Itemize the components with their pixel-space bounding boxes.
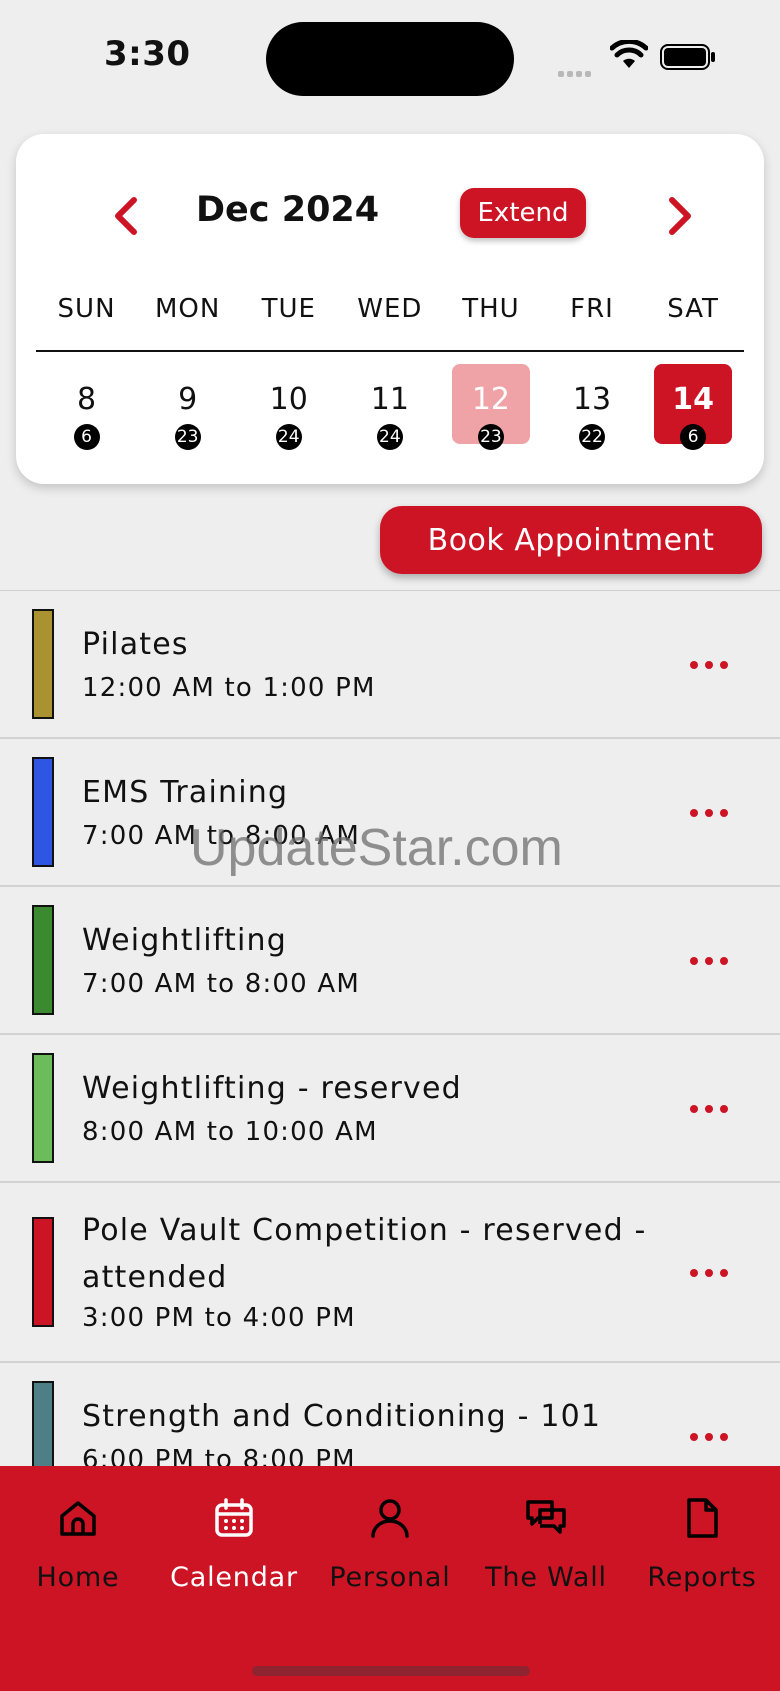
tab-label: Home bbox=[36, 1562, 120, 1593]
day-cell-selected[interactable]: 14 6 bbox=[643, 364, 744, 456]
appointment-color-bar bbox=[32, 1053, 54, 1163]
appointment-count-badge: 22 bbox=[579, 424, 606, 450]
previous-week-button[interactable] bbox=[98, 186, 158, 246]
more-options-icon[interactable] bbox=[690, 957, 728, 967]
tab-home[interactable]: Home bbox=[0, 1466, 156, 1606]
appointment-title: Weightlifting bbox=[82, 923, 287, 958]
tab-label: The Wall bbox=[485, 1562, 607, 1593]
more-options-icon[interactable] bbox=[690, 809, 728, 819]
tab-label: Personal bbox=[329, 1562, 451, 1593]
appointment-title: Pilates bbox=[82, 627, 189, 662]
status-time: 3:30 bbox=[104, 34, 191, 74]
appointment-item[interactable]: Weightlifting - reserved 8:00 AM to 10:0… bbox=[0, 1035, 780, 1183]
day-number: 10 bbox=[269, 382, 308, 417]
weekday-label: THU bbox=[462, 294, 520, 324]
day-cell-today[interactable]: 12 23 bbox=[440, 364, 541, 456]
appointment-time: 8:00 AM to 10:00 AM bbox=[82, 1117, 378, 1147]
day-number: 14 bbox=[672, 382, 714, 417]
day-cell[interactable]: 10 24 bbox=[238, 364, 339, 456]
day-number: 11 bbox=[370, 382, 409, 417]
appointment-item[interactable]: Pole Vault Competition - reserved - atte… bbox=[0, 1183, 780, 1363]
book-appointment-button[interactable]: Book Appointment bbox=[380, 506, 762, 574]
tab-label: Calendar bbox=[170, 1562, 298, 1593]
appointment-title: Strength and Conditioning - 101 bbox=[82, 1399, 602, 1434]
next-week-button[interactable] bbox=[648, 186, 708, 246]
dynamic-island bbox=[266, 22, 514, 96]
calendar-card: Dec 2024 Extend SUN MON TUE WED THU FRI … bbox=[16, 134, 764, 484]
appointment-color-bar bbox=[32, 905, 54, 1015]
weekday-label: SUN bbox=[57, 294, 116, 324]
calendar-icon bbox=[215, 1498, 253, 1537]
weekday-label: FRI bbox=[570, 294, 614, 324]
appointment-color-bar bbox=[32, 757, 54, 867]
day-number: 12 bbox=[471, 382, 511, 417]
bottom-tab-bar: Home Calendar Personal The Wall Reports bbox=[0, 1466, 780, 1691]
appointment-time: 12:00 AM to 1:00 PM bbox=[82, 673, 376, 703]
cellular-signal-icon bbox=[558, 62, 594, 81]
day-number: 9 bbox=[178, 382, 198, 417]
weekday-label: WED bbox=[357, 294, 423, 324]
extend-button[interactable]: Extend bbox=[460, 188, 586, 238]
appointment-count-badge: 23 bbox=[174, 424, 201, 450]
tab-calendar[interactable]: Calendar bbox=[156, 1466, 312, 1606]
watermark-text: UpdateStar.com bbox=[190, 819, 563, 877]
day-number: 8 bbox=[77, 382, 97, 417]
tab-label: Reports bbox=[647, 1562, 757, 1593]
weekday-label: MON bbox=[154, 294, 221, 324]
divider bbox=[36, 350, 744, 352]
battery-icon bbox=[660, 44, 715, 70]
appointment-list: Pilates 12:00 AM to 1:00 PM EMS Training… bbox=[0, 590, 780, 1467]
person-icon bbox=[371, 1499, 409, 1538]
appointment-time: 7:00 AM to 8:00 AM bbox=[82, 969, 360, 999]
appointment-item[interactable]: Weightlifting 7:00 AM to 8:00 AM bbox=[0, 887, 780, 1035]
tab-personal[interactable]: Personal bbox=[312, 1466, 468, 1606]
appointment-color-bar bbox=[32, 1381, 54, 1467]
appointment-count-badge: 23 bbox=[477, 424, 504, 450]
weekday-label: TUE bbox=[261, 294, 316, 324]
chat-bubbles-icon bbox=[526, 1500, 566, 1534]
appointment-count-badge: 24 bbox=[275, 424, 302, 450]
more-options-icon[interactable] bbox=[690, 1269, 728, 1279]
appointment-time: 3:00 PM to 4:00 PM bbox=[82, 1303, 356, 1333]
more-options-icon[interactable] bbox=[690, 661, 728, 671]
appointment-count-badge: 6 bbox=[680, 424, 707, 450]
appointment-title: Pole Vault Competition - reserved - atte… bbox=[82, 1213, 647, 1295]
appointment-item[interactable]: Strength and Conditioning - 101 6:00 PM … bbox=[0, 1363, 780, 1467]
tab-the-wall[interactable]: The Wall bbox=[468, 1466, 624, 1606]
day-cell[interactable]: 9 23 bbox=[137, 364, 238, 456]
month-title: Dec 2024 bbox=[196, 190, 380, 230]
appointment-title: EMS Training bbox=[82, 775, 289, 810]
appointment-time: 6:00 PM to 8:00 PM bbox=[82, 1445, 356, 1467]
day-number: 13 bbox=[572, 382, 612, 417]
weekday-label: SAT bbox=[667, 294, 719, 324]
appointment-count-badge: 24 bbox=[376, 424, 403, 450]
status-bar: 3:30 bbox=[0, 0, 780, 120]
appointment-count-badge: 6 bbox=[73, 424, 100, 450]
day-cell[interactable]: 11 24 bbox=[339, 364, 440, 456]
appointment-color-bar bbox=[32, 1217, 54, 1327]
day-cell[interactable]: 86 bbox=[36, 364, 137, 456]
home-icon bbox=[60, 1501, 96, 1536]
appointment-item[interactable]: Pilates 12:00 AM to 1:00 PM bbox=[0, 591, 780, 739]
appointment-color-bar bbox=[32, 609, 54, 719]
more-options-icon[interactable] bbox=[690, 1433, 728, 1443]
week-days: 86 9 23 10 24 11 24 12 23 13 22 14 6 bbox=[36, 364, 744, 456]
wifi-icon bbox=[610, 40, 648, 68]
home-indicator bbox=[252, 1666, 530, 1676]
more-options-icon[interactable] bbox=[690, 1105, 728, 1115]
document-icon bbox=[687, 1498, 718, 1538]
day-cell[interactable]: 13 22 bbox=[541, 364, 642, 456]
weekday-header: SUN MON TUE WED THU FRI SAT bbox=[36, 294, 744, 324]
tab-reports[interactable]: Reports bbox=[624, 1466, 780, 1606]
appointment-title: Weightlifting - reserved bbox=[82, 1071, 462, 1106]
